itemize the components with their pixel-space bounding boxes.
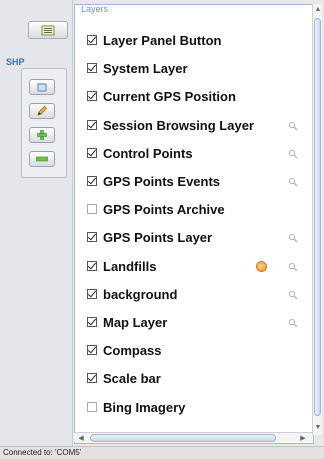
layer-visibility-checkbox[interactable] (87, 119, 97, 130)
layer-label: GPS Points Archive (103, 202, 225, 218)
shp-tool-group (21, 68, 67, 178)
add-tool-button[interactable] (29, 127, 55, 143)
layer-label: Compass (103, 343, 162, 359)
zoom-to-layer-icon[interactable] (288, 262, 298, 272)
select-rectangle-icon (37, 83, 47, 91)
layer-row[interactable]: Current GPS Position (84, 86, 304, 108)
scroll-left-arrow-icon[interactable]: ◀ (76, 433, 86, 442)
layer-row[interactable]: Session Browsing Layer (84, 115, 304, 137)
horizontal-scrollbar[interactable]: ◀ ▶ (74, 432, 312, 442)
layer-row[interactable]: Landfills (84, 256, 304, 278)
zoom-to-layer-icon[interactable] (288, 233, 298, 243)
layer-visibility-checkbox[interactable] (87, 147, 97, 158)
layer-row[interactable]: background (84, 284, 304, 306)
layer-row[interactable]: Map Layer (84, 312, 304, 334)
layer-visibility-checkbox[interactable] (87, 91, 97, 102)
layer-label: Current GPS Position (103, 89, 236, 105)
layer-visibility-checkbox[interactable] (87, 288, 97, 299)
connection-status: Connected to: 'COM5' (3, 448, 82, 457)
minus-icon (36, 156, 48, 162)
edit-tool-button[interactable] (29, 103, 55, 119)
layer-row[interactable]: Control Points (84, 143, 304, 165)
layer-row[interactable]: GPS Points Events (84, 171, 304, 193)
plus-icon (37, 130, 47, 140)
layer-label: Landfills (103, 258, 157, 274)
layer-label: System Layer (103, 61, 188, 77)
layer-row[interactable]: Layer Panel Button (84, 30, 304, 52)
layer-visibility-checkbox[interactable] (87, 176, 97, 186)
layer-label: Scale bar (103, 371, 161, 387)
scroll-up-arrow-icon[interactable]: ▲ (314, 5, 322, 14)
layer-visibility-checkbox[interactable] (87, 401, 97, 412)
remove-tool-button[interactable] (29, 151, 55, 167)
layer-label: background (103, 286, 178, 302)
layer-label: GPS Points Events (103, 174, 221, 189)
layer-label: Session Browsing Layer (103, 117, 254, 133)
zoom-to-layer-icon[interactable] (288, 177, 298, 187)
pencil-icon (37, 105, 48, 116)
left-toolbar: SHP (0, 0, 73, 446)
vertical-scroll-thumb[interactable] (314, 18, 321, 416)
layer-visibility-checkbox[interactable] (87, 260, 97, 271)
layer-label: Bing Imagery (103, 399, 186, 415)
layer-visibility-checkbox[interactable] (87, 63, 97, 74)
app-window: SHP Layers Layer Panel Button System Lay… (0, 0, 324, 459)
layer-label: GPS Points Layer (103, 230, 213, 246)
layer-visibility-checkbox[interactable] (87, 35, 97, 45)
layer-label: Control Points (103, 145, 193, 161)
panel-title: Layers (81, 4, 109, 14)
zoom-to-layer-icon[interactable] (288, 290, 298, 300)
zoom-to-layer-icon[interactable] (288, 121, 298, 131)
layer-row[interactable]: GPS Points Layer (84, 227, 304, 249)
scroll-down-arrow-icon[interactable]: ▼ (314, 423, 322, 432)
horizontal-scroll-thumb[interactable] (90, 434, 276, 442)
layers-toggle-button[interactable] (28, 21, 68, 39)
layers-list-icon (41, 25, 55, 35)
layer-row[interactable]: GPS Points Archive (84, 199, 304, 221)
layer-visibility-checkbox[interactable] (87, 204, 97, 215)
layers-panel: Layers Layer Panel Button System Layer Cur… (74, 4, 314, 444)
vertical-scrollbar[interactable]: ▲ ▼ (312, 4, 322, 435)
layer-visibility-checkbox[interactable] (87, 345, 97, 356)
status-bar: Connected to: 'COM5' (0, 446, 324, 459)
layer-visibility-checkbox[interactable] (87, 232, 97, 243)
layer-row[interactable]: Scale bar (84, 368, 304, 390)
layer-row[interactable]: Bing Imagery (84, 397, 304, 419)
select-tool-button[interactable] (29, 79, 55, 95)
layer-legend-icon[interactable] (256, 260, 267, 272)
layer-row[interactable]: System Layer (84, 58, 304, 80)
zoom-to-layer-icon[interactable] (288, 318, 298, 328)
layer-visibility-checkbox[interactable] (87, 317, 97, 327)
shp-section-label: SHP (6, 57, 25, 67)
layer-row[interactable]: Compass (84, 340, 304, 362)
scroll-right-arrow-icon[interactable]: ▶ (298, 433, 308, 442)
layer-visibility-checkbox[interactable] (87, 373, 97, 384)
zoom-to-layer-icon[interactable] (288, 149, 298, 159)
layer-label: Layer Panel Button (103, 33, 222, 48)
layer-label: Map Layer (103, 315, 168, 330)
